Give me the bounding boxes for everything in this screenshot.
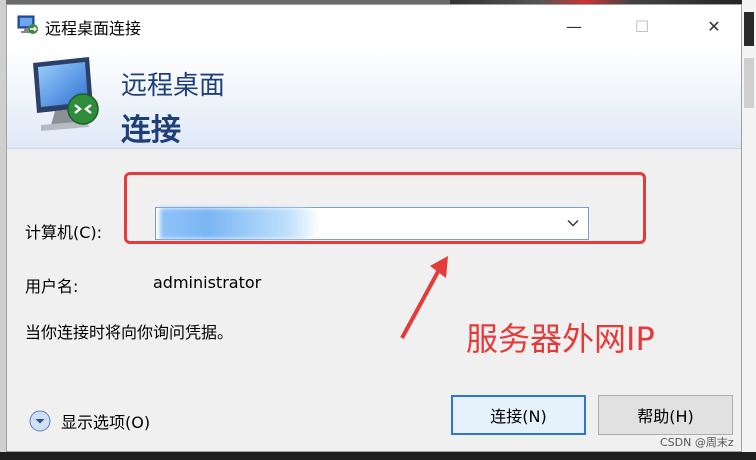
connect-button[interactable]: 连接(N) xyxy=(451,395,586,435)
annotation-label: 服务器外网IP xyxy=(466,320,655,358)
window-title: 远程桌面连接 xyxy=(45,19,142,38)
credentials-hint: 当你连接时将向你询问凭据。 xyxy=(25,323,234,342)
show-options-toggle[interactable]: 显示选项(O) xyxy=(29,409,150,433)
maximize-button[interactable]: ☐ xyxy=(619,5,665,47)
show-options-label[interactable]: 显示选项(O) xyxy=(61,409,150,433)
banner-title-line1: 远程桌面 xyxy=(121,71,226,101)
background-right xyxy=(742,0,756,460)
minimize-button[interactable]: — xyxy=(551,5,597,47)
close-button[interactable]: ✕ xyxy=(691,5,737,47)
header-banner: 远程桌面 连接 xyxy=(7,47,741,149)
annotation-highlight-box xyxy=(124,172,646,244)
monitor-connection-icon xyxy=(33,57,99,131)
chevron-circle-down-icon[interactable] xyxy=(29,410,51,432)
annotation-arrow-icon xyxy=(400,256,448,339)
watermark: CSDN @周末z xyxy=(660,436,734,449)
remote-desktop-icon xyxy=(17,15,38,34)
username-label: 用户名: xyxy=(25,277,79,296)
help-button[interactable]: 帮助(H) xyxy=(598,395,733,435)
banner-title-line2: 连接 xyxy=(121,113,181,148)
computer-label: 计算机(C): xyxy=(25,223,103,242)
username-value: administrator xyxy=(153,273,262,292)
background-bottom-strip xyxy=(0,452,756,460)
title-bar: 远程桌面连接 — ☐ ✕ xyxy=(7,5,741,47)
